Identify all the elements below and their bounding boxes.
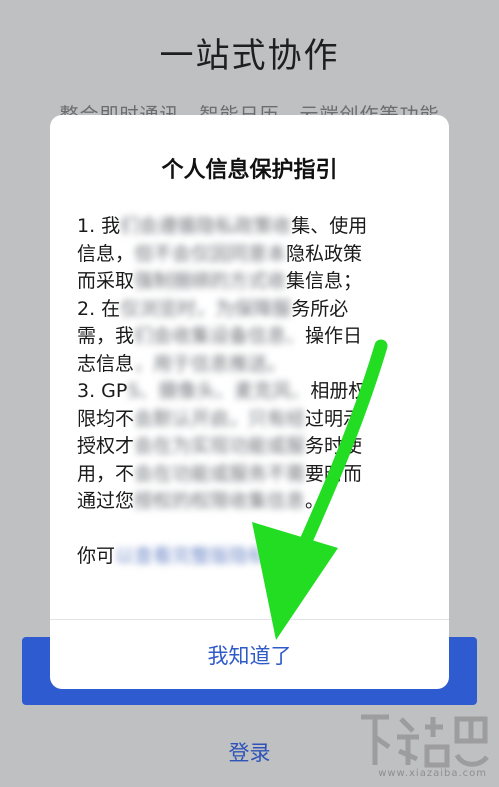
policy-text-blurred: 但不会仅因同意本 <box>134 242 287 265</box>
app-screen: 一站式协作 整合即时通讯、智能日历、云端创作等功能 登录 个人信息保护指引 1.… <box>0 0 499 787</box>
policy-text-start: 信息， <box>77 242 135 265</box>
policy-text-start: 限均不 <box>77 407 135 430</box>
privacy-policy-line: 你可以查看完整版隐私政策。 <box>77 543 422 571</box>
policy-text-line: 1. 我们会遵循隐私政策收集、使用 <box>77 213 422 241</box>
policy-text-end: 务时使 <box>305 435 363 457</box>
policy-text-start: 授权才 <box>77 435 135 457</box>
policy-text-line: 3. GPS、摄像头、麦克风、相册权 <box>77 378 422 406</box>
policy-text-end: 集、使用 <box>291 215 368 237</box>
policy-text-end: 相册权 <box>310 380 368 402</box>
policy-text-start: 通过您 <box>77 490 135 512</box>
dialog-body: 1. 我们会遵循隐私政策收集、使用 信息，但不会仅因同意本隐私政策 而采取强制捆绑的… <box>77 213 422 570</box>
policy-text-end: 。 <box>305 490 325 512</box>
policy-text-end: 操作日 <box>305 325 363 347</box>
policy-text-blurred: 会默认开启，只有经 <box>134 407 306 430</box>
policy-text-blurred: 们会收集设备信息、 <box>134 325 306 347</box>
policy-text-start: 需，我 <box>77 325 135 347</box>
policy-text-line: 志信息，用于信息推送。 <box>77 351 422 379</box>
page-title: 一站式协作 <box>159 36 340 76</box>
dialog-title: 个人信息保护指引 <box>161 158 338 183</box>
policy-text-blurred: ，用于信息推送。 <box>134 352 287 375</box>
policy-text-blurred: 会在为实现功能或服 <box>134 435 306 457</box>
policy-text-start: 用，不 <box>77 462 135 485</box>
policy-text-line: 用，不会在功能或服务不需要时而 <box>77 461 422 489</box>
policy-text-line: 限均不会默认开启，只有经过明示 <box>77 406 422 434</box>
policy-text-start: 志信息 <box>77 352 135 375</box>
privacy-policy-link[interactable]: 以查看完整版隐私政 <box>115 545 286 567</box>
footer-text-end: 策。 <box>286 544 325 567</box>
policy-text-blurred: 仅浏览时，为保障服 <box>120 297 292 320</box>
policy-text-start: 2. 在 <box>77 297 121 320</box>
policy-text-line: 需，我们会收集设备信息、操作日 <box>77 323 422 351</box>
policy-text-line: 授权才会在为实现功能或服务时使 <box>77 433 422 461</box>
policy-text-blurred: 授权的权限收集信息 <box>134 490 306 512</box>
policy-text-line: 2. 在仅浏览时，为保障服务所必 <box>77 296 422 324</box>
policy-text-start: 3. GP <box>77 380 128 402</box>
policy-text-blurred: 们会遵循隐私政策收 <box>120 215 292 237</box>
policy-text-end: 要时而 <box>305 462 363 485</box>
footer-text-start: 你可 <box>77 544 116 567</box>
policy-text-blurred: S、摄像头、麦克风、 <box>127 380 311 402</box>
policy-text-blurred: 强制捆绑的方式收 <box>134 270 287 292</box>
policy-text-line: 信息，但不会仅因同意本隐私政策 <box>77 241 422 269</box>
watermark-url: www.xiazaiba.com <box>378 768 487 779</box>
policy-text-end: 集信息； <box>286 270 363 292</box>
privacy-dialog: 个人信息保护指引 1. 我们会遵循隐私政策收集、使用 信息，但不会仅因同意本隐私政… <box>50 115 449 689</box>
policy-text-line: 通过您授权的权限收集信息。 <box>77 488 422 516</box>
policy-text-end: 隐私政策 <box>286 242 363 265</box>
policy-text-blurred: 会在功能或服务不需 <box>134 462 306 485</box>
confirm-button[interactable]: 我知道了 <box>50 620 449 689</box>
policy-text-end: 务所必 <box>291 297 349 320</box>
policy-text-start: 1. 我 <box>77 215 121 237</box>
policy-text-end: 过明示 <box>305 407 363 430</box>
policy-text-start: 而采取 <box>77 270 135 292</box>
policy-text-line: 而采取强制捆绑的方式收集信息； <box>77 268 422 296</box>
